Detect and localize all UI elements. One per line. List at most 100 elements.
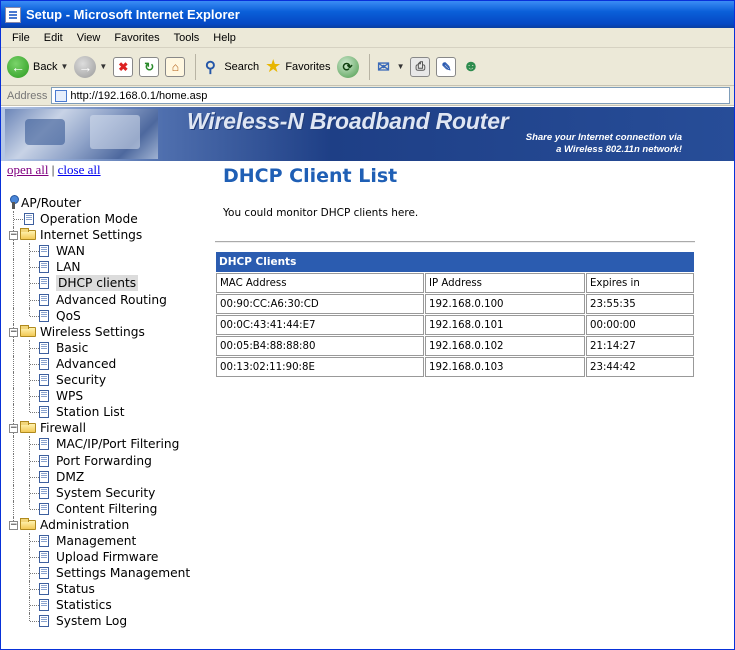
address-url[interactable]: http://192.168.0.1/home.asp [70,90,207,102]
tree-line [30,605,39,607]
tree-item-label: Management [56,533,137,548]
mail-icon: ✉ [377,58,390,76]
forward-dropdown-icon[interactable]: ▼ [99,62,107,71]
tree-item-label: LAN [56,260,81,275]
toolbar: ← Back ▼ → ▼ ✖ ↻ ⌂ ⚲ Search ★ Favorites … [1,48,734,86]
page-icon [39,406,49,419]
tree-line [30,380,39,382]
search-button[interactable]: ⚲ Search [200,57,259,77]
stop-button[interactable]: ✖ [113,56,134,77]
refresh-button[interactable]: ↻ [139,56,160,77]
ip-address-cell: 192.168.0.100 [425,294,585,314]
title-bar[interactable]: Setup - Microsoft Internet Explorer [1,1,734,28]
page-icon [39,615,49,628]
tree-item-label: Basic [56,340,89,355]
tree-line [13,500,14,517]
edit-page-icon: ✎ [436,56,457,77]
back-button[interactable]: ← Back ▼ [7,55,68,78]
dhcp-clients-table: DHCP Clients MAC Address IP Address Expi… [215,251,695,378]
mac-address-cell: 00:05:B4:88:88:80 [216,336,424,356]
collapse-toggle-icon[interactable]: − [9,520,18,530]
tree-line [13,243,14,260]
print-button[interactable]: ⎙ [410,56,431,77]
tree-line [30,299,39,301]
menu-favorites[interactable]: Favorites [107,32,166,44]
tree-line [29,500,30,509]
tree-item-label: Operation Mode [40,212,138,227]
tree-root-label: AP/Router [21,196,82,210]
toolbar-separator [195,53,197,80]
tree-item-label: DHCP clients [56,275,139,292]
close-all-link[interactable]: close all [58,162,101,177]
tree-line [30,347,39,349]
menu-file[interactable]: File [5,32,37,44]
tree-line [30,540,39,542]
column-header-ip: IP Address [425,273,585,293]
open-all-link[interactable]: open all [7,162,49,177]
tree-item-label: Advanced [56,356,117,371]
history-icon: ⟳ [336,55,359,78]
ip-address-cell: 192.168.0.103 [425,357,585,377]
tree-item-label: Administration [40,517,130,532]
column-header-expires: Expires in [586,273,694,293]
mail-button[interactable]: ✉ ▼ [374,57,405,77]
tree-item-label: Internet Settings [40,228,143,243]
collapse-toggle-icon[interactable]: − [9,231,18,241]
home-button[interactable]: ⌂ [165,56,186,77]
divider [215,241,695,243]
forward-button[interactable]: → ▼ [74,55,107,78]
page-icon [39,551,49,564]
mail-dropdown-icon[interactable]: ▼ [397,62,405,71]
table-caption: DHCP Clients [216,252,694,272]
favorites-label: Favorites [285,60,331,73]
tree-item-label: Port Forwarding [56,453,152,468]
address-input[interactable]: http://192.168.0.1/home.asp [51,87,730,104]
page-icon [39,583,49,596]
messenger-button[interactable]: ☻ [462,58,479,76]
menu-tools[interactable]: Tools [167,32,207,44]
tree-line [30,508,39,510]
table-header-row: MAC Address IP Address Expires in [216,273,694,293]
mac-address-cell: 00:0C:43:41:44:E7 [216,315,424,335]
collapse-toggle-icon[interactable]: − [9,424,18,434]
tree-item-label: Content Filtering [56,501,158,516]
tree-controls-separator: | [51,162,55,177]
page-icon [39,309,49,322]
ip-address-cell: 192.168.0.101 [425,315,585,335]
tree-line [30,396,39,398]
collapse-toggle-icon[interactable]: − [9,327,18,337]
folder-icon [20,228,36,241]
history-button[interactable]: ⟳ [336,55,359,78]
page-icon [39,438,49,451]
tree-line [30,557,39,559]
page-icon [39,293,49,306]
tree-item-label: System Log [56,614,128,629]
page-icon [39,390,49,403]
page-icon [39,567,49,580]
banner-tagline-2: a Wireless 802.11n network! [556,144,682,155]
page-icon [39,357,49,370]
menu-view[interactable]: View [70,32,108,44]
table-row: 00:05:B4:88:88:80 192.168.0.102 21:14:27 [216,336,694,356]
banner-tagline-1: Share your Internet connection via [525,132,682,143]
folder-icon [20,421,36,434]
tree-item-label: System Security [56,485,156,500]
tree-item-label: Statistics [56,598,112,613]
tree-line [30,589,39,591]
menu-edit[interactable]: Edit [37,32,70,44]
browser-window: Setup - Microsoft Internet Explorer File… [0,0,735,650]
edit-button[interactable]: ✎ [436,56,457,77]
page-icon [39,341,49,354]
favorites-button[interactable]: ★ Favorites [265,56,330,77]
router-banner: Wireless-N Broadband Router Share your I… [1,107,734,161]
back-dropdown-icon[interactable]: ▼ [60,62,68,71]
search-icon: ⚲ [204,58,216,76]
messenger-icon: ☻ [462,57,480,75]
mac-address-cell: 00:13:02:11:90:8E [216,357,424,377]
menu-help[interactable]: Help [206,32,243,44]
tree-line [13,468,14,485]
address-bar: Address http://192.168.0.1/home.asp [1,86,734,106]
star-icon: ★ [265,56,282,76]
tree-item-label: Status [56,582,95,597]
tree-line [30,315,39,317]
